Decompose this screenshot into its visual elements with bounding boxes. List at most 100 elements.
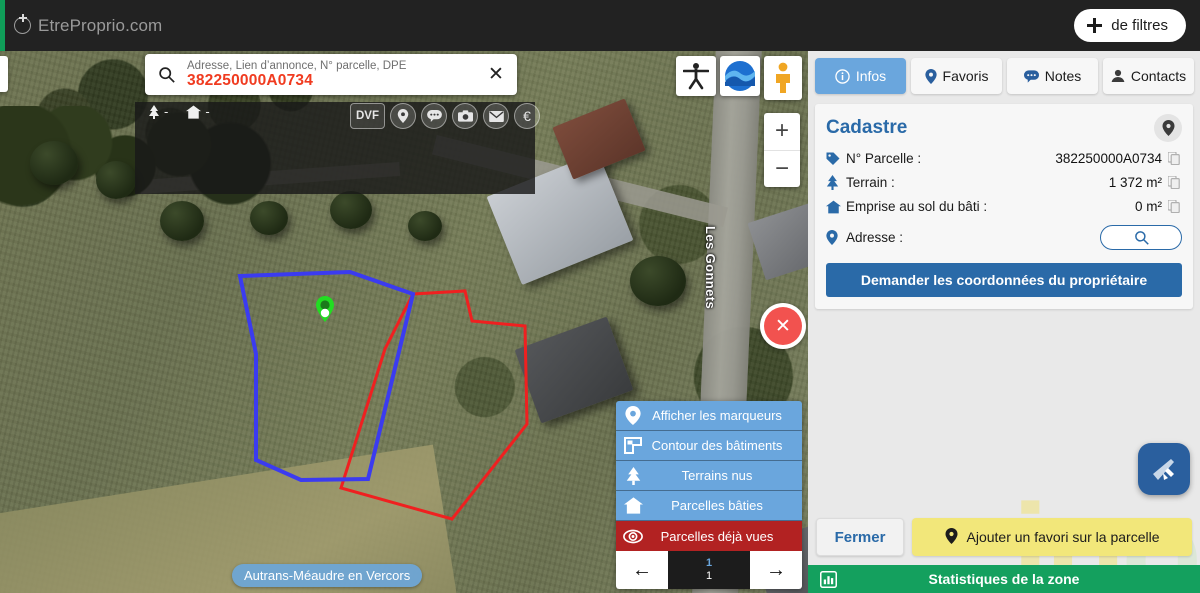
tab-notes[interactable]: Notes: [1007, 58, 1098, 94]
map-tree: [30, 141, 78, 185]
euro-icon[interactable]: €: [514, 103, 540, 129]
map-side-handle[interactable]: [0, 56, 8, 92]
chip-terrains-nus[interactable]: -: [148, 104, 168, 119]
legend-label: Terrains nus: [681, 468, 753, 483]
request-owner-details-button[interactable]: Demander les coordonnées du propriétaire: [826, 263, 1182, 297]
bar-chart-icon: [808, 570, 848, 588]
zone-statistics-label: Statistiques de la zone: [928, 571, 1080, 587]
house-icon: [826, 200, 846, 214]
accessibility-icon[interactable]: [676, 56, 716, 96]
search-clear-button[interactable]: ✕: [475, 63, 517, 86]
pager-total: 1: [705, 570, 713, 582]
cadastre-card-header: Cadastre: [826, 114, 1182, 142]
chat-bubble-icon[interactable]: [421, 103, 447, 129]
legend-item-parcelles-baties[interactable]: Parcelles bâties: [616, 491, 802, 521]
edit-pencil-icon[interactable]: [1138, 443, 1190, 495]
city-label-chip[interactable]: Autrans-Méaudre en Vercors: [232, 564, 423, 587]
more-filters-button[interactable]: de filtres: [1074, 9, 1186, 42]
pager-current: 1: [705, 557, 713, 570]
legend-label: Contour des bâtiments: [651, 438, 783, 453]
map-pin-icon[interactable]: [390, 103, 416, 129]
zoom-out-button[interactable]: −: [764, 149, 800, 188]
row-label: Adresse :: [846, 230, 904, 245]
row-label: Emprise au sol du bâti :: [846, 199, 988, 214]
house-icon: [616, 497, 650, 514]
copy-icon[interactable]: [1168, 176, 1182, 189]
locate-parcel-button[interactable]: [1154, 114, 1182, 142]
legend-item-afficher-les-marqueurs[interactable]: Afficher les marqueurs: [616, 401, 802, 431]
search-input[interactable]: Adresse, Lien d’annonce, N° parcelle, DP…: [187, 60, 475, 90]
tree-icon: [826, 175, 846, 190]
add-favorite-button[interactable]: Ajouter un favori sur la parcelle: [912, 518, 1192, 556]
house-icon: [186, 104, 202, 119]
tag-icon: [826, 152, 846, 166]
info-panel: ino Infos Favoris Notes: [808, 51, 1200, 593]
map-tree: [330, 191, 372, 229]
app-root: Les Gonnets Les Gonnets Adresse, Lien d’…: [0, 0, 1200, 593]
chip-parcelles-baties[interactable]: -: [186, 104, 210, 119]
map-tree: [250, 201, 288, 235]
close-panel-button[interactable]: Fermer: [816, 518, 904, 556]
building-outline-icon: [616, 437, 650, 454]
search-value: 382250000A0734: [187, 72, 314, 90]
map-tree: [408, 211, 442, 241]
add-favorite-label: Ajouter un favori sur la parcelle: [966, 529, 1160, 545]
brand-name: EtreProprio.com: [38, 15, 163, 35]
info-circle-icon: [835, 68, 850, 84]
tab-contacts[interactable]: Contacts: [1103, 58, 1194, 94]
tab-label: Contacts: [1130, 68, 1187, 84]
tab-infos[interactable]: Infos: [815, 58, 906, 94]
page-title: Cadastre: [826, 117, 908, 138]
close-parcel-button[interactable]: ✕: [760, 303, 806, 349]
row-value: 0 m²: [1135, 199, 1162, 214]
copy-icon[interactable]: [1168, 152, 1182, 165]
copy-icon[interactable]: [1168, 200, 1182, 213]
map-pin-icon: [826, 230, 846, 245]
envelope-icon[interactable]: [483, 103, 509, 129]
row-adresse: Adresse :: [826, 225, 1182, 250]
tree-icon: [149, 104, 159, 119]
search-placeholder: Adresse, Lien d’annonce, N° parcelle, DP…: [187, 59, 407, 72]
chip-label: -: [164, 104, 169, 119]
camera-icon[interactable]: [452, 103, 478, 129]
pager-indicator: 1 1: [668, 551, 750, 589]
map-tree: [630, 256, 686, 306]
more-filters-label: de filtres: [1111, 17, 1168, 34]
map-pin-icon: [616, 406, 650, 425]
street-view-pegman-icon[interactable]: [764, 56, 802, 100]
brand-logo-area[interactable]: EtreProprio.com: [0, 14, 163, 36]
legend-item-parcelles-deja-vues[interactable]: Parcelles déjà vues: [616, 521, 802, 551]
pager-next-button[interactable]: →: [750, 551, 802, 589]
pager-prev-button[interactable]: ←: [616, 551, 668, 589]
tab-favoris[interactable]: Favoris: [911, 58, 1002, 94]
plus-icon: [1087, 18, 1103, 33]
top-bar: EtreProprio.com de filtres: [0, 0, 1200, 51]
row-terrain: Terrain : 1 372 m²: [826, 175, 1182, 190]
row-value: 1 372 m²: [1108, 175, 1162, 190]
legend-item-contour-des-batiments[interactable]: Contour des bâtiments: [616, 431, 802, 461]
row-value: 382250000A0734: [1055, 151, 1162, 166]
legend-label: Afficher les marqueurs: [652, 408, 782, 423]
green-location-marker[interactable]: [316, 296, 334, 322]
row-emprise-au-sol: Emprise au sol du bâti : 0 m²: [826, 199, 1182, 214]
row-numero-parcelle: N° Parcelle : 382250000A0734: [826, 151, 1182, 166]
tab-label: Notes: [1044, 68, 1082, 84]
person-icon: [1111, 69, 1125, 83]
close-icon: ✕: [764, 307, 802, 345]
zoom-in-button[interactable]: +: [764, 113, 800, 150]
dvf-badge[interactable]: DVF: [350, 103, 385, 129]
tab-label: Infos: [855, 68, 887, 84]
chat-bubble-icon: [1023, 69, 1039, 83]
map-filter-chips: - -: [148, 104, 210, 119]
globe-layers-icon[interactable]: [720, 56, 760, 96]
row-label: Terrain :: [846, 175, 895, 190]
address-search-button[interactable]: [1100, 225, 1182, 250]
legend-pager: ← 1 1 →: [616, 551, 802, 589]
search-bar[interactable]: Adresse, Lien d’annonce, N° parcelle, DP…: [145, 54, 517, 95]
accent-stripe: [0, 0, 5, 51]
chip-label: -: [205, 104, 210, 119]
tab-label: Favoris: [942, 68, 989, 84]
legend-item-terrains-nus[interactable]: Terrains nus: [616, 461, 802, 491]
zone-statistics-bar[interactable]: Statistiques de la zone: [808, 565, 1200, 593]
street-label: Les Gonnets: [703, 226, 718, 310]
